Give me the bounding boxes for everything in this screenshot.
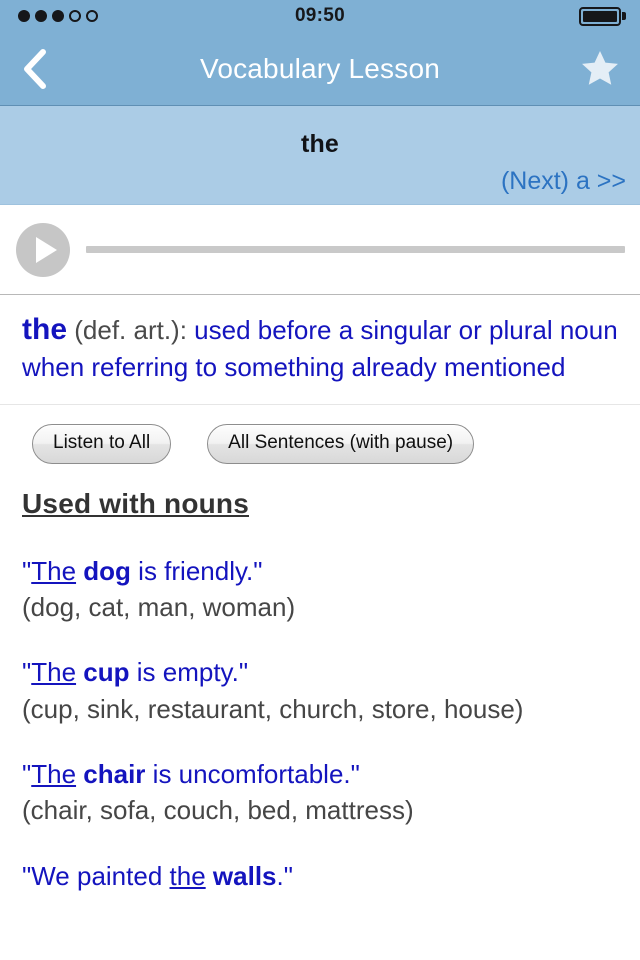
status-bar-clock: 09:50 xyxy=(294,5,346,26)
keyword: walls xyxy=(212,860,277,891)
audio-player xyxy=(0,205,640,295)
article-word: The xyxy=(31,555,77,586)
definition-headword: the xyxy=(22,313,67,346)
sentence-rest: ." xyxy=(276,860,293,891)
example-alternatives: (chair, sofa, couch, bed, mattress) xyxy=(22,795,414,826)
status-bar: 09:50 xyxy=(0,0,640,32)
keyword: chair xyxy=(83,758,146,789)
article-word: The xyxy=(31,657,77,688)
keyword: cup xyxy=(83,657,130,688)
example-alternatives: (dog, cat, man, woman) xyxy=(22,592,296,623)
sentence-prefix: "We painted xyxy=(22,860,170,891)
sentence-space xyxy=(206,861,213,891)
example-sentence[interactable]: "The chair is uncomfortable." xyxy=(22,757,618,791)
section-heading: Used with nouns xyxy=(22,487,249,519)
example-sentence[interactable]: "The cup is empty." xyxy=(22,655,618,689)
chevron-left-icon xyxy=(24,48,46,89)
listen-to-all-button[interactable]: Listen to All xyxy=(32,423,172,464)
sentence-prefix: " xyxy=(22,555,32,586)
page-title: Vocabulary Lesson xyxy=(199,52,440,84)
current-word: the xyxy=(300,130,340,158)
current-word-band: the (Next) a >> xyxy=(0,106,640,205)
sentence-prefix: " xyxy=(22,657,32,688)
audio-controls-row: Listen to All All Sentences (with pause) xyxy=(0,405,640,478)
example-alternatives: (cup, sink, restaurant, church, store, h… xyxy=(22,693,524,724)
example-item: "The dog is friendly." (dog, cat, man, w… xyxy=(22,554,618,625)
all-sentences-with-pause-button[interactable]: All Sentences (with pause) xyxy=(207,423,475,464)
sentence-rest: is friendly." xyxy=(130,555,263,586)
sentence-rest: is uncomfortable." xyxy=(145,758,360,789)
sentence-prefix: " xyxy=(22,758,32,789)
example-sentence[interactable]: "The dog is friendly." xyxy=(22,554,618,588)
play-icon xyxy=(36,236,57,263)
article-word: the xyxy=(169,860,206,891)
example-item: "The chair is uncomfortable." (chair, so… xyxy=(22,757,618,828)
example-sentence[interactable]: "We painted the walls." xyxy=(22,859,618,893)
example-item: "We painted the walls." xyxy=(22,859,618,893)
next-word-link[interactable]: (Next) a >> xyxy=(501,167,626,196)
keyword: dog xyxy=(83,555,131,586)
star-icon xyxy=(582,50,618,85)
definition-block: the (def. art.): used before a singular … xyxy=(0,295,640,405)
audio-progress-bar[interactable] xyxy=(86,246,625,253)
example-item: "The cup is empty." (cup, sink, restaura… xyxy=(22,655,618,726)
definition-part-of-speech: (def. art.): xyxy=(74,315,187,345)
back-button[interactable] xyxy=(0,47,70,91)
play-button[interactable] xyxy=(16,222,70,277)
sentence-rest: is empty." xyxy=(129,657,249,688)
article-word: The xyxy=(31,758,77,789)
favorite-button[interactable] xyxy=(560,47,640,91)
navigation-bar: Vocabulary Lesson xyxy=(0,32,640,106)
app-screen: 09:50 Vocabulary Lesson the (Next) a >> xyxy=(0,0,640,960)
examples-section: Used with nouns "The dog is friendly." (… xyxy=(0,478,640,893)
